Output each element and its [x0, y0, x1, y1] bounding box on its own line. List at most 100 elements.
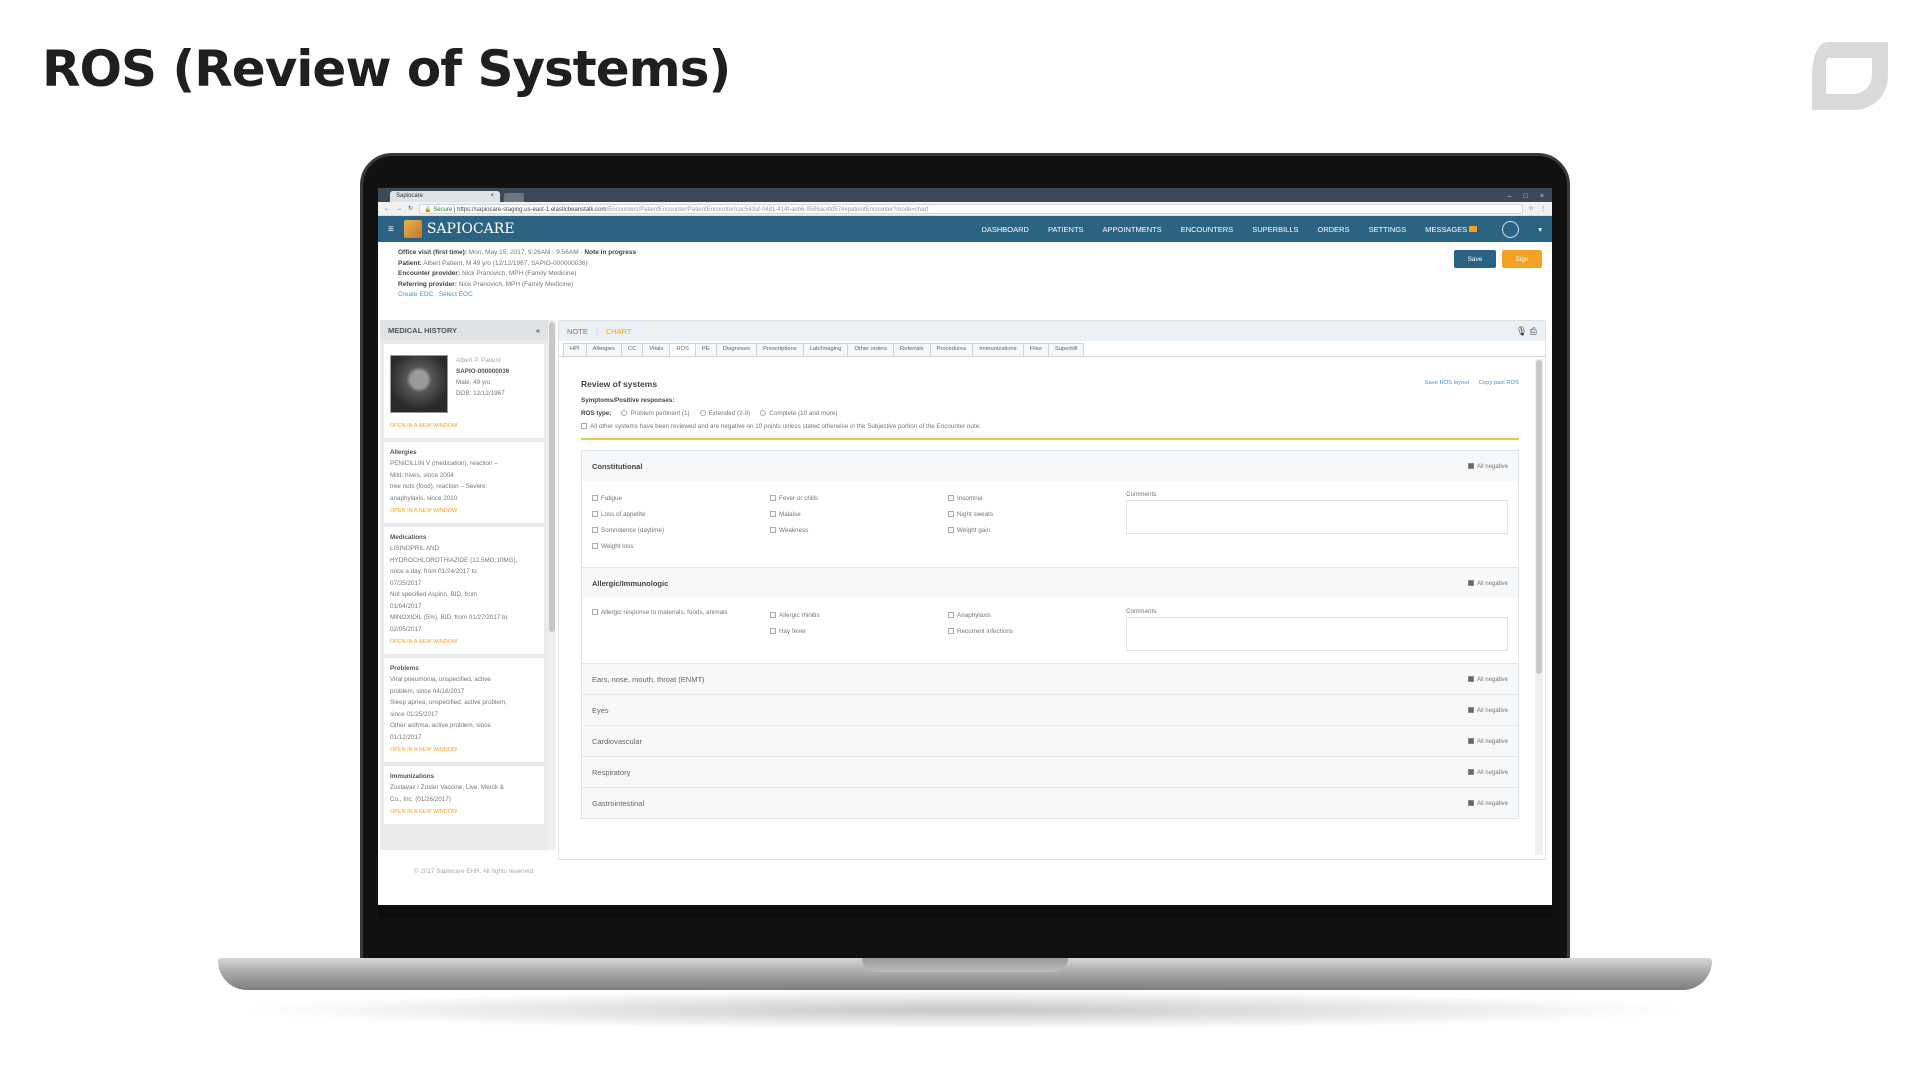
all-negative-checkbox[interactable]: All negative: [1467, 737, 1508, 745]
tab-diagnoses[interactable]: Diagnoses: [715, 343, 758, 356]
forward-icon[interactable]: →: [396, 206, 402, 212]
symptom-checkbox[interactable]: Allergic response to materials, foods, a…: [592, 608, 770, 618]
open-window-link[interactable]: OPEN IN A NEW WINDOW: [390, 637, 538, 649]
symptom-checkbox[interactable]: Anaphylaxis: [948, 608, 1126, 624]
nav-dashboard[interactable]: DASHBOARD: [981, 225, 1029, 234]
nav-appointments[interactable]: APPOINTMENTS: [1103, 225, 1162, 234]
create-eoc-link[interactable]: Create EOC: [398, 291, 433, 298]
tab-procedures[interactable]: Procedures: [929, 343, 974, 356]
all-other-systems-checkbox[interactable]: All other systems have been reviewed and…: [581, 423, 1519, 430]
ros-type-extended-radio[interactable]: Extended (2-9): [699, 410, 750, 417]
copy-past-ros-link[interactable]: Copy past ROS: [1479, 380, 1519, 386]
symptom-checkbox[interactable]: Malaise: [770, 507, 948, 523]
chevron-down-icon[interactable]: ▾: [1538, 225, 1542, 234]
tab-allergies[interactable]: Allergies: [585, 343, 622, 356]
tab-vitals[interactable]: Vitals: [642, 343, 671, 356]
all-negative-checkbox[interactable]: All negative: [1467, 462, 1508, 470]
main-scrollbar[interactable]: [1535, 359, 1543, 855]
open-window-link[interactable]: OPEN IN A NEW WINDOW: [390, 745, 538, 757]
slide-title: ROS (Review of Systems): [42, 40, 731, 98]
list-item: 01/12/2017: [390, 733, 422, 741]
tab-immunizations[interactable]: Immunizations: [972, 343, 1024, 356]
star-icon[interactable]: ☆: [1529, 205, 1534, 212]
tab-cc[interactable]: CC: [620, 343, 644, 356]
address-bar: ← → ↻ 🔒 Secure | https://sapiocare-stagi…: [378, 202, 1552, 216]
system-enmt[interactable]: Ears, nose, mouth, throat (ENMT) All neg…: [582, 663, 1518, 694]
minimize-icon[interactable]: –: [1508, 193, 1512, 200]
all-negative-checkbox[interactable]: All negative: [1467, 768, 1508, 776]
system-eyes[interactable]: Eyes All negative: [582, 694, 1518, 725]
maximize-icon[interactable]: □: [1524, 193, 1528, 200]
save-ros-layout-link[interactable]: Save ROS layout: [1425, 380, 1469, 386]
tab-other-orders[interactable]: Other orders: [847, 343, 895, 356]
encounter-main-panel: NOTE | CHART 🎙 ⎙ HPI Allergies CC Vitals…: [558, 320, 1546, 860]
all-negative-checkbox[interactable]: All negative: [1467, 706, 1508, 714]
immunizations-title: Immunizations: [390, 772, 435, 780]
symptom-checkbox[interactable]: Weakness: [770, 523, 948, 539]
scrollbar-thumb[interactable]: [1536, 360, 1542, 674]
tab-ros[interactable]: ROS: [669, 343, 696, 356]
nav-messages[interactable]: MESSAGES: [1425, 225, 1478, 234]
system-title: Ears, nose, mouth, throat (ENMT): [592, 674, 705, 684]
open-window-link[interactable]: OPEN IN A NEW WINDOW: [390, 807, 538, 819]
tab-prescriptions[interactable]: Prescriptions: [756, 343, 804, 356]
new-tab-button[interactable]: [504, 193, 524, 202]
tab-lab-imaging[interactable]: Lab/Imaging: [802, 343, 849, 356]
back-icon[interactable]: ←: [384, 206, 390, 212]
symptom-checkbox[interactable]: Night sweats: [948, 507, 1126, 523]
symptom-checkbox[interactable]: Allergic rhinitis: [770, 608, 948, 624]
user-avatar-icon[interactable]: [1502, 220, 1520, 238]
symptom-checkbox[interactable]: Insomnia: [948, 491, 1126, 507]
symptom-checkbox[interactable]: Fever or chills: [770, 491, 948, 507]
browser-tab[interactable]: Sapiocare ×: [390, 191, 500, 202]
scrollbar-thumb[interactable]: [549, 322, 555, 632]
system-cardiovascular[interactable]: Cardiovascular All negative: [582, 725, 1518, 756]
all-negative-checkbox[interactable]: All negative: [1467, 579, 1508, 587]
tab-superbill[interactable]: Superbill: [1047, 343, 1085, 356]
symptom-checkbox[interactable]: Weight loss: [592, 539, 770, 555]
sign-button[interactable]: Sign: [1502, 250, 1542, 268]
nav-settings[interactable]: SETTINGS: [1369, 225, 1407, 234]
tab-files[interactable]: Files: [1022, 343, 1049, 356]
ros-type-problem-radio[interactable]: Problem pertinent (1): [621, 410, 690, 417]
tab-pe[interactable]: PE: [694, 343, 717, 356]
symptom-checkbox[interactable]: Recurrent infections: [948, 624, 1126, 640]
microphone-icon[interactable]: 🎙: [1516, 326, 1527, 336]
sidebar-scrollbar[interactable]: [548, 320, 556, 850]
nav-patients[interactable]: PATIENTS: [1048, 225, 1084, 234]
nav-encounters[interactable]: ENCOUNTERS: [1181, 225, 1234, 234]
close-icon[interactable]: ×: [490, 193, 494, 200]
menu-dots-icon[interactable]: ⋮: [1540, 205, 1546, 212]
tab-referrals[interactable]: Referrals: [893, 343, 931, 356]
ros-actions: Save ROS layout Copy past ROS: [1417, 380, 1519, 386]
symptom-checkbox[interactable]: Weight gain: [948, 523, 1126, 539]
tab-hpi[interactable]: HPI: [563, 343, 587, 356]
all-negative-checkbox[interactable]: All negative: [1467, 675, 1508, 683]
all-negative-checkbox[interactable]: All negative: [1467, 799, 1508, 807]
app-brand[interactable]: SAPIOCARE: [403, 220, 515, 238]
collapse-icon[interactable]: «: [536, 326, 540, 335]
tab-note[interactable]: NOTE: [567, 327, 588, 336]
url-input[interactable]: 🔒 Secure | https://sapiocare-staging.us-…: [419, 203, 1523, 214]
reload-icon[interactable]: ↻: [408, 205, 413, 212]
symptom-checkbox[interactable]: Somnolence (daytime): [592, 523, 770, 539]
comments-textarea[interactable]: [1126, 617, 1508, 651]
ros-type-complete-radio[interactable]: Complete (10 and more): [760, 410, 838, 417]
window-close-icon[interactable]: ×: [1540, 193, 1544, 200]
nav-superbills[interactable]: SUPERBILLS: [1252, 225, 1298, 234]
symptom-checkbox[interactable]: Hay fever: [770, 624, 948, 640]
system-gastrointestinal[interactable]: Gastrointestinal All negative: [582, 787, 1518, 818]
symptom-checkbox[interactable]: Loss of appetite: [592, 507, 770, 523]
section-divider: [581, 438, 1519, 440]
save-button[interactable]: Save: [1454, 250, 1496, 268]
comments-textarea[interactable]: [1126, 500, 1508, 534]
tab-chart[interactable]: CHART: [606, 327, 632, 336]
system-respiratory[interactable]: Respiratory All negative: [582, 756, 1518, 787]
select-eoc-link[interactable]: Select EOC: [439, 291, 473, 298]
symptom-checkbox[interactable]: Fatigue: [592, 491, 770, 507]
open-window-link[interactable]: OPEN IN A NEW WINDOW: [390, 421, 538, 433]
open-window-link[interactable]: OPEN IN A NEW WINDOW: [390, 506, 538, 518]
nav-orders[interactable]: ORDERS: [1318, 225, 1350, 234]
print-icon[interactable]: ⎙: [1530, 326, 1537, 336]
hamburger-icon[interactable]: ≡: [388, 224, 394, 235]
